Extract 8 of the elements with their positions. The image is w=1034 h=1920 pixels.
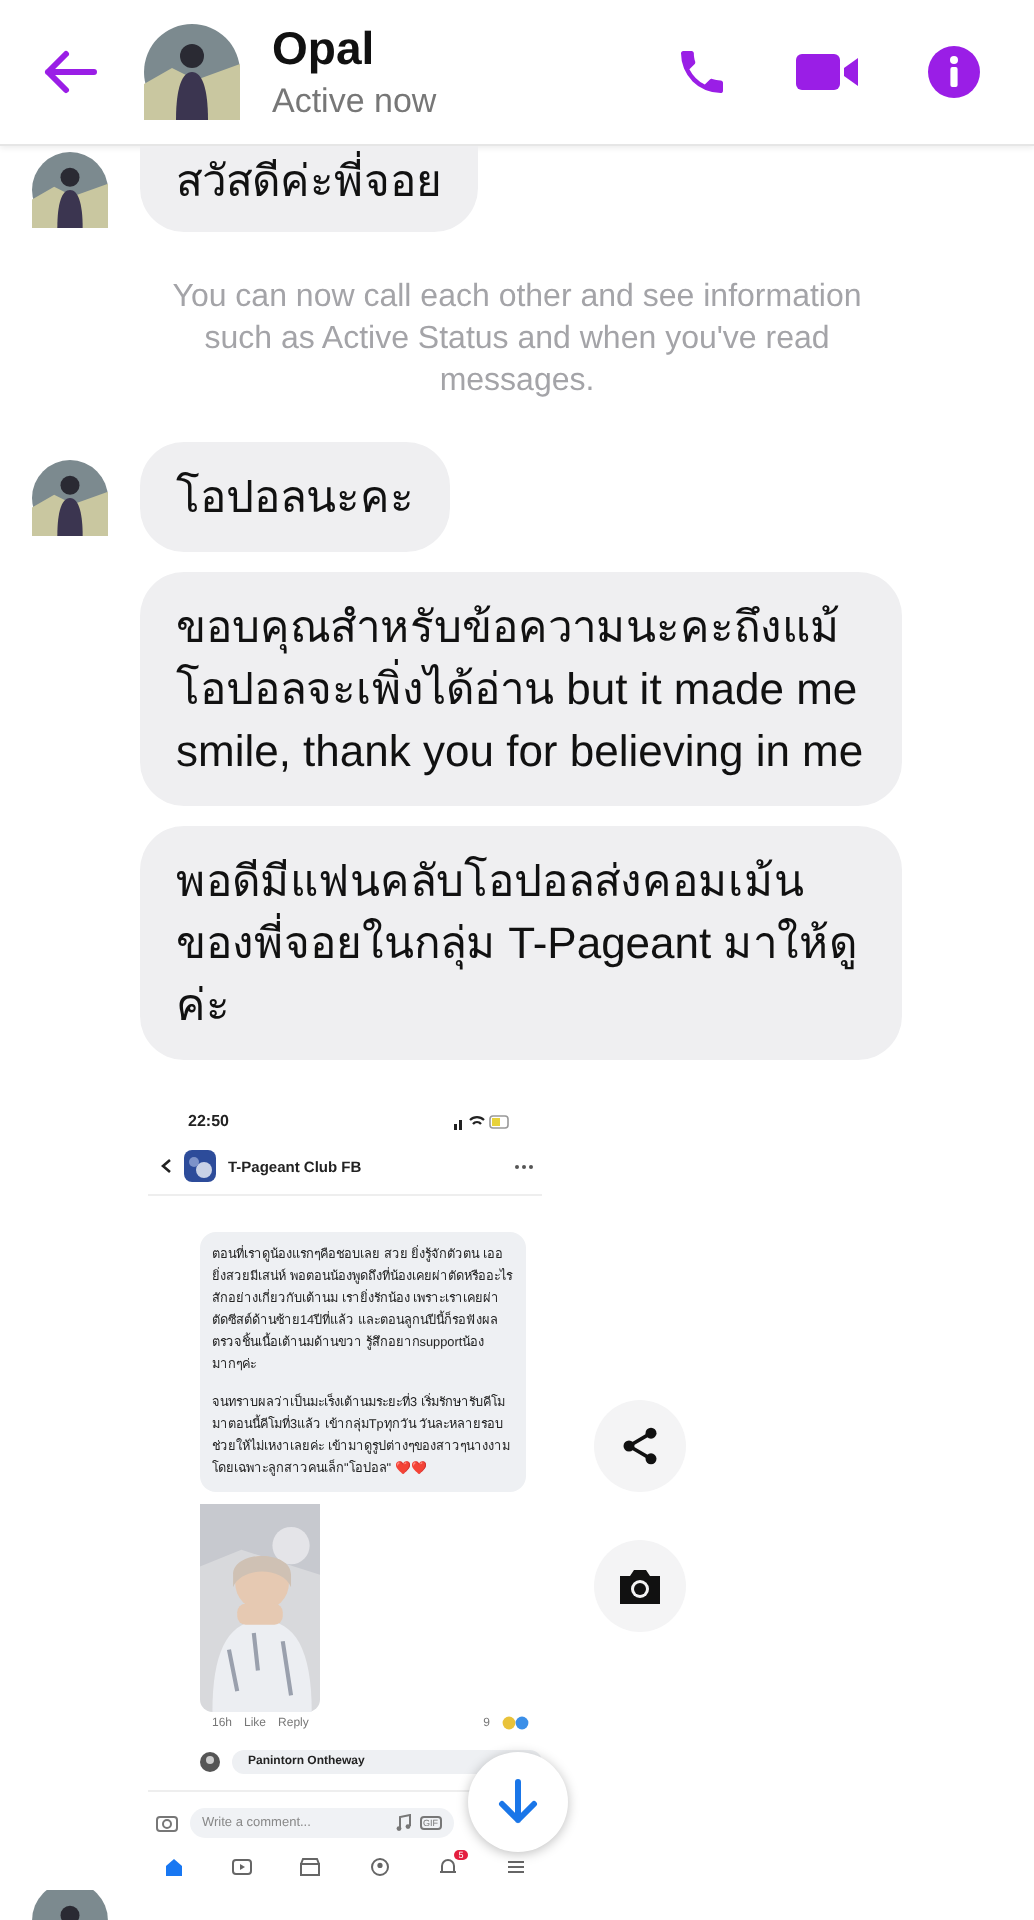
message-bubble: สวัสดีค่ะพี่จอย xyxy=(140,146,478,232)
message-bubble: พอดีมีแฟนคลับโอปอลส่งคอมเม้นของพี่จอยในกลุ่ม T-Pageant มาให้ดูค่ะ xyxy=(140,826,902,1060)
message-bubble: ขอบคุณสำหรับข้อความนะคะถึงแม้โอปอลจะเพิ่งได้อ่าน but it made me smile, thank you for believing in me xyxy=(140,572,902,806)
active-status: Active now xyxy=(272,82,439,122)
contact-name: Opal xyxy=(272,22,377,76)
status-time: 22:50 xyxy=(188,1112,229,1130)
message-bubble: โอปอลนะคะ xyxy=(140,442,450,552)
system-notice: You can now call each other and see information such as Active Status and when you've read messages. xyxy=(170,278,864,402)
